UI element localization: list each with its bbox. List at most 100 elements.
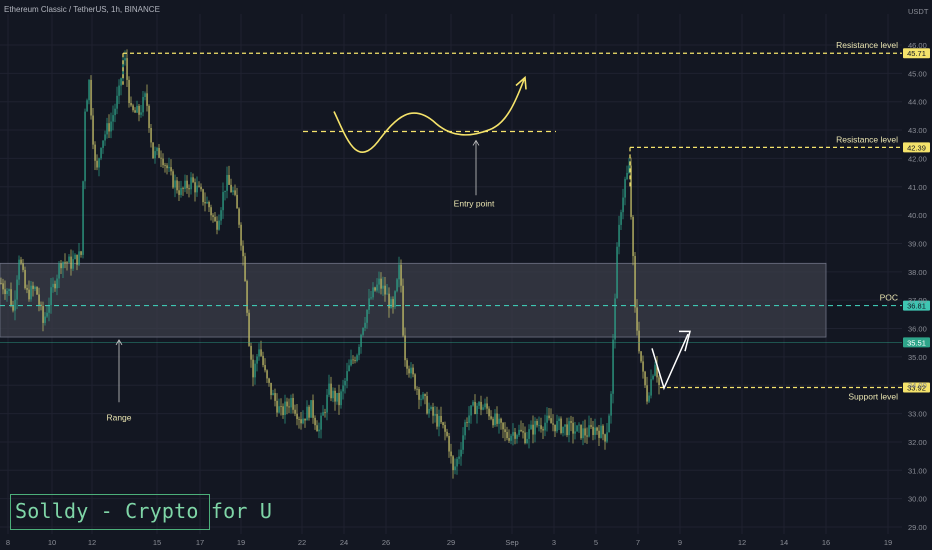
candle-body — [458, 456, 460, 459]
candle-body — [156, 147, 158, 152]
candle-body — [426, 396, 428, 414]
candle-body — [250, 345, 252, 360]
candle-body — [46, 312, 48, 317]
candle-body — [66, 262, 68, 264]
candle-body — [104, 134, 106, 141]
candle-body — [180, 187, 182, 195]
candle-body — [646, 385, 648, 402]
candle-body — [72, 259, 74, 269]
price-chart[interactable]: Resistance level Resistance level POC Suppo… — [0, 0, 932, 550]
candle-body — [652, 375, 654, 380]
price-badge-label: 35.51 — [907, 338, 926, 347]
candle-body — [332, 390, 334, 399]
candle-body — [394, 291, 396, 308]
candle-body — [300, 419, 302, 424]
candle-body — [90, 79, 92, 116]
candle-body — [346, 371, 348, 381]
candle-body — [172, 171, 174, 188]
chart-title: Ethereum Classic / TetherUS, 1h, BINANCE — [4, 5, 160, 14]
candle-body — [88, 79, 90, 101]
candle-body — [62, 261, 64, 269]
candle-body — [398, 264, 400, 280]
candle-body — [442, 422, 444, 426]
candle-body — [188, 188, 190, 190]
candle-body — [302, 418, 304, 424]
time-tick-label: 29 — [447, 538, 455, 547]
candle-body — [490, 416, 492, 419]
candle-body — [2, 283, 4, 290]
candle-body — [160, 157, 162, 159]
candle-body — [626, 172, 628, 180]
candle-body — [416, 388, 418, 390]
candle-body — [354, 360, 356, 361]
candle-body — [574, 431, 576, 434]
candle-body — [352, 359, 354, 361]
candle-body — [422, 394, 424, 399]
candle-body — [82, 181, 84, 255]
candle-body — [488, 408, 490, 417]
candle-body — [378, 278, 380, 285]
candle-body — [634, 256, 636, 308]
candle-body — [560, 418, 562, 434]
candle-body — [234, 190, 236, 195]
candle-body — [348, 365, 350, 372]
candle-body — [360, 334, 362, 347]
candle-body — [380, 278, 382, 289]
range-box — [0, 262, 827, 338]
candle-body — [502, 422, 504, 430]
candle-body — [78, 251, 80, 265]
candle-body — [296, 413, 298, 420]
candle-body — [132, 105, 134, 111]
candle-body — [340, 391, 342, 406]
candle-body — [278, 406, 280, 413]
watermark: Solldy - Crypto for U — [10, 494, 272, 530]
candle-body — [510, 435, 512, 441]
candle-body — [290, 398, 292, 408]
candle-body — [612, 339, 614, 394]
candle-body — [424, 394, 426, 397]
candle-body — [144, 93, 146, 97]
candle-body — [226, 174, 228, 191]
candle-body — [476, 405, 478, 415]
candle-body — [246, 281, 248, 313]
candle-body — [142, 96, 144, 113]
candle-body — [464, 422, 466, 436]
candle-body — [42, 306, 44, 323]
candle-body — [268, 378, 270, 383]
candle-body — [20, 259, 22, 264]
candle-body — [298, 419, 300, 420]
candle-body — [92, 115, 94, 145]
candle-body — [14, 299, 16, 311]
price-tick-label: 46.00 — [908, 41, 927, 50]
price-tick-label: 35.00 — [908, 353, 927, 362]
candle-body — [618, 224, 620, 247]
candle-body — [556, 421, 558, 432]
candle-body — [194, 182, 196, 193]
price-tick-label: 37.00 — [908, 296, 927, 305]
candle-body — [336, 392, 338, 402]
time-tick-label: 8 — [6, 538, 10, 547]
candle-body — [642, 361, 644, 372]
candle-body — [198, 185, 200, 187]
candle-body — [580, 424, 582, 439]
price-tick-label: 41.00 — [908, 183, 927, 192]
candle-body — [184, 180, 186, 189]
candle-body — [432, 407, 434, 416]
candle-body — [328, 383, 330, 395]
candle-body — [102, 140, 104, 148]
candle-body — [640, 351, 642, 362]
candle-body — [148, 105, 150, 129]
candle-body — [632, 216, 634, 257]
candle-body — [252, 359, 254, 378]
candle-body — [498, 418, 500, 424]
candle-body — [272, 393, 274, 396]
candle-body — [418, 389, 420, 400]
candle-body — [472, 401, 474, 406]
level-name: Resistance level — [836, 134, 898, 144]
candle-body — [404, 335, 406, 361]
candle-body — [224, 190, 226, 193]
candle-body — [526, 438, 528, 444]
candle-body — [438, 415, 440, 427]
candle-body — [158, 147, 160, 158]
candle-body — [314, 417, 316, 426]
